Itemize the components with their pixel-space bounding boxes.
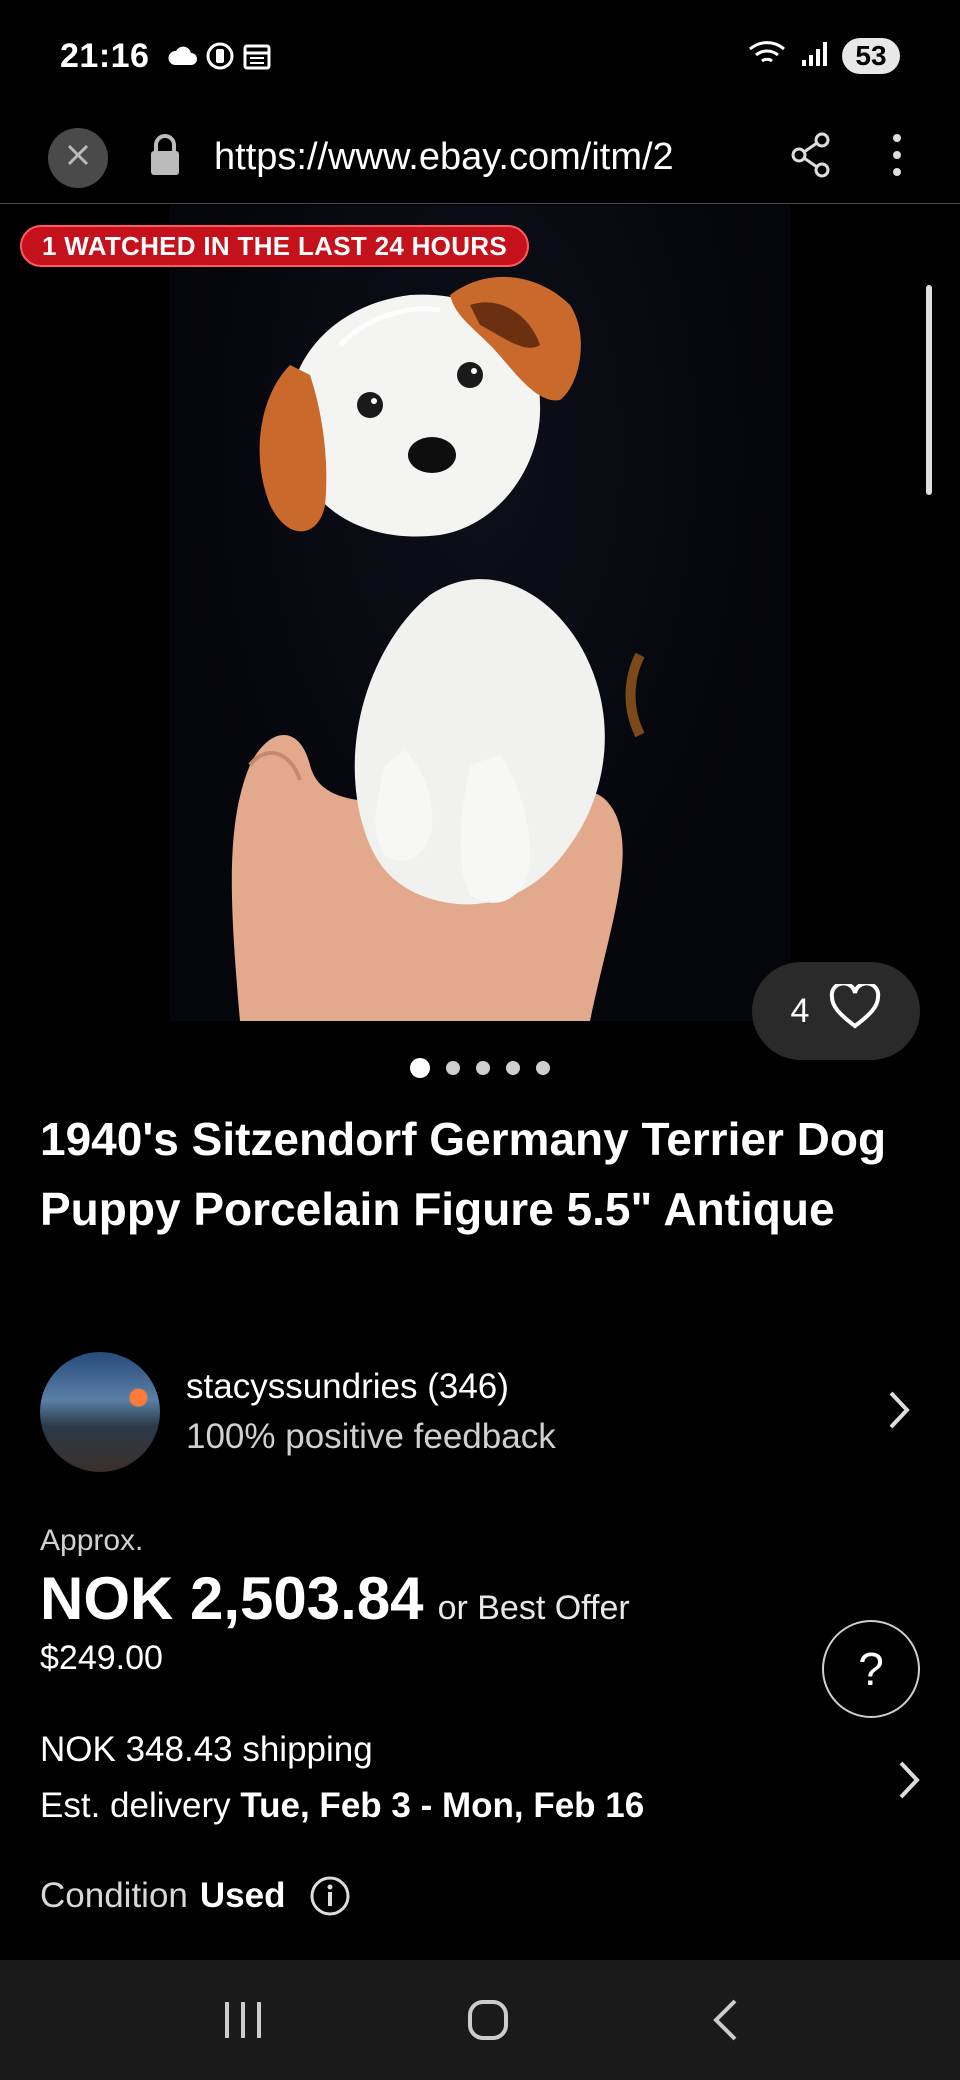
wifi-icon <box>748 39 788 74</box>
question-icon: ? <box>858 1643 884 1695</box>
delivery-label: Est. delivery <box>40 1786 231 1825</box>
browser-url-bar: https://www.ebay.com/itm/2 <box>0 112 960 204</box>
seller-feedback: 100% positive feedback <box>186 1417 556 1456</box>
carousel-dots <box>0 1056 960 1080</box>
carousel-dot[interactable] <box>506 1061 520 1075</box>
back-icon[interactable] <box>711 1998 739 2042</box>
seller-name[interactable]: stacyssundries (346) <box>186 1362 556 1412</box>
status-bar: 21:16 53 <box>0 0 960 112</box>
best-offer-label: or Best Offer <box>437 1589 630 1627</box>
product-photo[interactable] <box>170 205 790 1021</box>
recent-apps-icon[interactable] <box>221 2000 265 2040</box>
price-section: Approx. NOK 2,503.84 or Best Offer $249.… <box>40 1524 920 1678</box>
chevron-right-icon[interactable] <box>888 1390 910 1435</box>
alarm-icon <box>205 41 235 71</box>
info-icon[interactable] <box>309 1875 351 1917</box>
scrollbar[interactable] <box>926 285 932 495</box>
seller-avatar[interactable] <box>40 1352 160 1472</box>
heart-icon <box>829 980 881 1039</box>
more-options-icon[interactable] <box>892 133 902 182</box>
seller-info[interactable]: stacyssundries (346) 100% positive feedb… <box>40 1350 920 1474</box>
watch-button[interactable]: 4 <box>752 962 920 1060</box>
battery-indicator: 53 <box>842 38 900 74</box>
close-icon <box>65 142 91 173</box>
close-tab-button[interactable] <box>48 127 108 188</box>
price-value: NOK 2,503.84 <box>40 1565 424 1632</box>
lock-icon <box>148 133 182 182</box>
status-notification-icons <box>167 41 271 71</box>
url-text[interactable]: https://www.ebay.com/itm/2 <box>214 136 754 179</box>
system-nav-bar <box>0 1960 960 2080</box>
status-time: 21:16 <box>60 36 150 75</box>
status-system-icons: 53 <box>748 38 900 74</box>
watched-badge: 1 WATCHED IN THE LAST 24 HOURS <box>20 225 530 267</box>
price-row: NOK 2,503.84 or Best Offer <box>40 1564 920 1633</box>
condition-label: Condition <box>40 1876 188 1915</box>
shipping-section[interactable]: NOK 348.43 shipping Est. delivery Tue, F… <box>40 1722 920 1834</box>
shipping-cost: NOK 348.43 shipping <box>40 1730 373 1769</box>
delivery-dates: Tue, Feb 3 - Mon, Feb 16 <box>240 1786 645 1825</box>
carousel-dot[interactable] <box>476 1061 490 1075</box>
carousel-dot[interactable] <box>446 1061 460 1075</box>
carousel-dot[interactable] <box>410 1058 430 1078</box>
like-count: 4 <box>790 991 810 1030</box>
chevron-right-icon[interactable] <box>898 1760 920 1805</box>
signal-icon <box>800 40 830 73</box>
seller-text: stacyssundries (346) 100% positive feedb… <box>186 1362 556 1462</box>
image-gallery[interactable]: 1 WATCHED IN THE LAST 24 HOURS 4 <box>0 205 960 1060</box>
calendar-icon <box>243 42 271 70</box>
condition-value: Used <box>199 1876 286 1915</box>
listing-title: 1940's Sitzendorf Germany Terrier Dog Pu… <box>40 1113 887 1235</box>
condition-row: Condition Used <box>40 1870 351 1922</box>
help-button[interactable]: ? <box>822 1620 920 1718</box>
cloud-icon <box>167 45 198 67</box>
delivery-estimate: Est. delivery Tue, Feb 3 - Mon, Feb 16 <box>40 1778 920 1834</box>
approx-label: Approx. <box>40 1524 144 1557</box>
home-icon[interactable] <box>466 1998 510 2042</box>
price-usd: $249.00 <box>40 1639 163 1677</box>
carousel-dot[interactable] <box>536 1061 550 1075</box>
share-icon[interactable] <box>790 132 832 183</box>
